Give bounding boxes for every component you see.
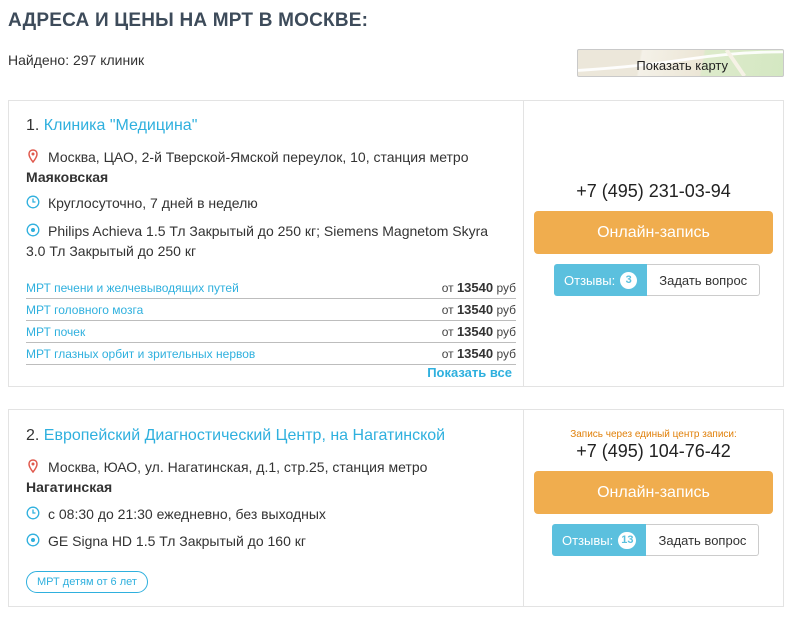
hours-text: с 08:30 до 21:30 ежедневно, без выходных bbox=[48, 506, 326, 522]
clinic-phone[interactable]: +7 (495) 231-03-94 bbox=[524, 181, 783, 202]
clinic-heading: 2. Европейский Диагностический Центр, на… bbox=[26, 427, 445, 445]
price-row: МРТ головного мозга от 13540 руб bbox=[26, 299, 516, 321]
reviews-count-badge: 3 bbox=[620, 271, 638, 289]
service-link[interactable]: МРТ печени и желчевыводящих путей bbox=[26, 277, 239, 299]
ask-question-button[interactable]: Задать вопрос bbox=[647, 264, 761, 296]
clock-icon bbox=[26, 195, 40, 209]
clinic-equipment: GE Signa HD 1.5 Тл Закрытый до 160 кг bbox=[26, 531, 516, 551]
clinic-address: Москва, ЮАО, ул. Нагатинская, д.1, стр.2… bbox=[26, 457, 516, 497]
service-link[interactable]: МРТ почек bbox=[26, 321, 85, 343]
target-icon bbox=[26, 223, 40, 237]
price-row: МРТ печени и желчевыводящих путей от 135… bbox=[26, 277, 516, 299]
reviews-label: Отзывы: bbox=[564, 272, 616, 288]
clinic-name-link[interactable]: Клиника "Медицина" bbox=[44, 117, 198, 134]
price-list: МРТ печени и желчевыводящих путей от 135… bbox=[26, 277, 516, 365]
address-text: Москва, ЮАО, ул. Нагатинская, д.1, стр.2… bbox=[48, 459, 428, 475]
service-tag[interactable]: МРТ детям от 6 лет bbox=[26, 571, 148, 593]
service-link[interactable]: МРТ головного мозга bbox=[26, 299, 143, 321]
clinic-number: 1. bbox=[26, 117, 40, 134]
show-map-label: Показать карту bbox=[636, 58, 728, 73]
equipment-text-cont: 3.0 Тл Закрытый до 250 кг bbox=[26, 243, 197, 259]
clinic-phone[interactable]: +7 (495) 104-76-42 bbox=[524, 441, 783, 462]
clinic-name-link[interactable]: Европейский Диагностический Центр, на На… bbox=[44, 427, 445, 444]
price-row: МРТ почек от 13540 руб bbox=[26, 321, 516, 343]
metro-station: Нагатинская bbox=[26, 479, 113, 495]
map-pin-icon bbox=[28, 149, 38, 163]
booking-center-note: Запись через единый центр записи: bbox=[570, 429, 737, 440]
service-price: от 13540 руб bbox=[441, 346, 516, 361]
page-title: АДРЕСА И ЦЕНЫ НА МРТ В МОСКВЕ: bbox=[8, 10, 369, 31]
reviews-ask-group: Отзывы: 3 Задать вопрос bbox=[554, 264, 761, 296]
clinic-hours: Круглосуточно, 7 дней в неделю bbox=[26, 193, 516, 213]
clinic-info: 1. Клиника "Медицина" Москва, ЦАО, 2-й Т… bbox=[9, 101, 523, 386]
show-all-link[interactable]: Показать все bbox=[427, 365, 512, 380]
service-price: от 13540 руб bbox=[441, 302, 516, 317]
reviews-button[interactable]: Отзывы: 13 bbox=[552, 524, 647, 556]
clock-icon bbox=[26, 506, 40, 520]
reviews-button[interactable]: Отзывы: 3 bbox=[554, 264, 648, 296]
online-booking-button[interactable]: Онлайн-запись bbox=[534, 471, 773, 514]
service-price: от 13540 руб bbox=[441, 280, 516, 295]
clinic-number: 2. bbox=[26, 427, 40, 444]
ask-question-button[interactable]: Задать вопрос bbox=[646, 524, 760, 556]
reviews-count-badge: 13 bbox=[618, 531, 637, 549]
clinic-address: Москва, ЦАО, 2-й Тверской-Ямской переуло… bbox=[26, 147, 516, 187]
clinic-equipment: Philips Achieva 1.5 Тл Закрытый до 250 к… bbox=[26, 221, 516, 261]
clinic-info: 2. Европейский Диагностический Центр, на… bbox=[9, 410, 523, 606]
clinic-hours: с 08:30 до 21:30 ежедневно, без выходных bbox=[26, 504, 516, 524]
online-booking-button[interactable]: Онлайн-запись bbox=[534, 211, 773, 254]
reviews-ask-group: Отзывы: 13 Задать вопрос bbox=[552, 524, 760, 556]
clinic-contact-panel: Запись через единый центр записи: +7 (49… bbox=[523, 410, 783, 606]
results-count: Найдено: 297 клиник bbox=[8, 52, 145, 68]
metro-station: Маяковская bbox=[26, 169, 109, 185]
map-pin-icon bbox=[28, 459, 38, 473]
equipment-text: GE Signa HD 1.5 Тл Закрытый до 160 кг bbox=[48, 533, 306, 549]
target-icon bbox=[26, 533, 40, 547]
reviews-label: Отзывы: bbox=[562, 532, 614, 548]
price-row: МРТ глазных орбит и зрительных нервов от… bbox=[26, 343, 516, 365]
hours-text: Круглосуточно, 7 дней в неделю bbox=[48, 195, 258, 211]
clinic-heading: 1. Клиника "Медицина" bbox=[26, 117, 197, 135]
clinic-card: 1. Клиника "Медицина" Москва, ЦАО, 2-й Т… bbox=[8, 100, 784, 387]
equipment-text: Philips Achieva 1.5 Тл Закрытый до 250 к… bbox=[48, 223, 489, 239]
show-map-button[interactable]: Показать карту bbox=[577, 49, 784, 77]
clinic-card: 2. Европейский Диагностический Центр, на… bbox=[8, 409, 784, 607]
clinic-contact-panel: +7 (495) 231-03-94 Онлайн-запись Отзывы:… bbox=[523, 101, 783, 386]
service-link[interactable]: МРТ глазных орбит и зрительных нервов bbox=[26, 343, 255, 365]
address-text: Москва, ЦАО, 2-й Тверской-Ямской переуло… bbox=[48, 149, 469, 165]
service-price: от 13540 руб bbox=[441, 324, 516, 339]
